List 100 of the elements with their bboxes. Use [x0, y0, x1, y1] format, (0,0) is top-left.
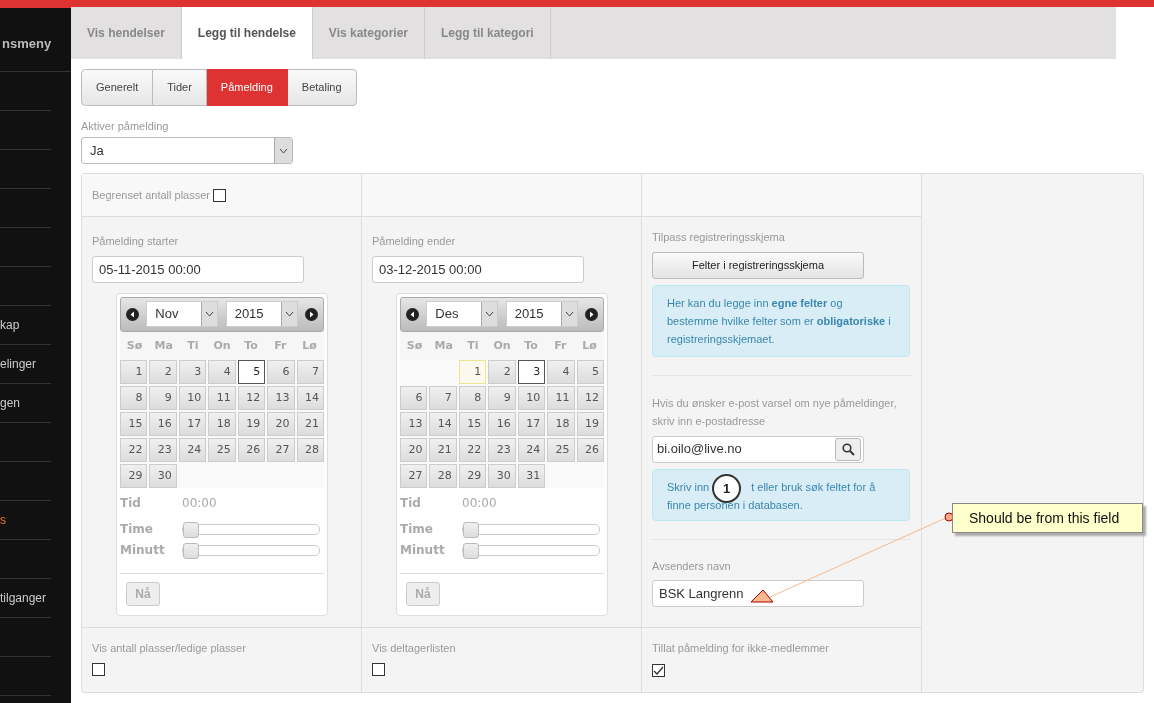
- day-cell[interactable]: 30: [149, 464, 177, 488]
- day-cell[interactable]: 22: [458, 438, 487, 462]
- day-cell[interactable]: 10: [517, 386, 546, 410]
- tab[interactable]: Legg til hendelse: [181, 7, 313, 59]
- day-cell[interactable]: 29: [120, 464, 148, 488]
- sidebar-item[interactable]: gen: [0, 384, 51, 423]
- day-cell[interactable]: 27: [267, 438, 295, 462]
- form-fields-button[interactable]: Felter i registreringsskjema: [652, 251, 864, 279]
- day-cell[interactable]: 24: [178, 438, 207, 462]
- day-cell[interactable]: 25: [547, 438, 575, 462]
- day-cell[interactable]: 20: [267, 412, 295, 436]
- day-cell[interactable]: 12: [237, 386, 266, 410]
- slider-thumb[interactable]: [183, 542, 199, 559]
- day-cell[interactable]: 25: [208, 438, 236, 462]
- day-cell[interactable]: 8: [120, 386, 148, 410]
- day-cell[interactable]: 9: [149, 386, 177, 410]
- day-cell[interactable]: 7: [429, 386, 457, 410]
- callout-note: Should be from this field: [952, 503, 1143, 533]
- day-cell[interactable]: 4: [547, 360, 575, 384]
- day-cell[interactable]: 29: [458, 464, 487, 488]
- day-cell[interactable]: 17: [178, 412, 207, 436]
- field-label: Avsenders navn: [652, 558, 732, 574]
- sidebar-item[interactable]: elinger: [0, 345, 51, 384]
- day-cell[interactable]: 21: [296, 412, 324, 436]
- weekday-label: Ti: [466, 337, 480, 354]
- checkbox[interactable]: [92, 662, 105, 676]
- email-field[interactable]: bi.oilo@live.no: [652, 435, 864, 463]
- day-cell[interactable]: 9: [488, 386, 516, 410]
- weekday-label: Sø: [405, 337, 424, 354]
- day-cell[interactable]: 27: [400, 464, 428, 488]
- sender-name-field[interactable]: BSK Langrenn: [652, 580, 864, 607]
- day-cell[interactable]: 4: [208, 360, 236, 384]
- day-cell[interactable]: 31: [517, 464, 546, 488]
- search-button[interactable]: [835, 437, 861, 461]
- day-cell[interactable]: 26: [237, 438, 266, 462]
- day-cell[interactable]: 28: [429, 464, 457, 488]
- day-cell[interactable]: 21: [429, 438, 457, 462]
- day-cell[interactable]: 8: [458, 386, 487, 410]
- slider-thumb[interactable]: [463, 542, 479, 559]
- day-cell[interactable]: 16: [149, 412, 177, 436]
- checkbox-label: Vis antall plasser/ledige plasser: [92, 641, 247, 656]
- date-field[interactable]: 03-12-2015 00:00: [372, 255, 584, 283]
- day-cell[interactable]: 1: [458, 360, 487, 384]
- day-cell[interactable]: 14: [296, 386, 324, 410]
- weekday-label: Ma: [433, 337, 454, 354]
- day-cell[interactable]: 15: [458, 412, 487, 436]
- year-select[interactable]: 2015: [505, 301, 578, 327]
- day-cell[interactable]: 22: [120, 438, 148, 462]
- day-cell[interactable]: 2: [488, 360, 516, 384]
- day-cell[interactable]: 28: [296, 438, 324, 462]
- date-field[interactable]: 05-11-2015 00:00: [92, 255, 304, 283]
- sidebar-item[interactable]: s: [0, 501, 51, 540]
- tab[interactable]: Påmelding: [206, 68, 288, 106]
- day-cell[interactable]: 6: [400, 386, 428, 410]
- day-cell[interactable]: 15: [120, 412, 148, 436]
- day-cell[interactable]: 5: [576, 360, 604, 384]
- tab[interactable]: Generelt: [81, 68, 154, 106]
- day-cell[interactable]: 3: [517, 360, 546, 384]
- day-cell[interactable]: 20: [400, 438, 428, 462]
- month-select[interactable]: Des: [426, 301, 499, 327]
- day-cell[interactable]: 17: [517, 412, 546, 436]
- select-field[interactable]: Ja: [81, 137, 293, 164]
- day-cell[interactable]: 13: [267, 386, 295, 410]
- sidebar-item[interactable]: tilganger: [0, 579, 51, 618]
- day-cell[interactable]: 23: [488, 438, 516, 462]
- day-cell[interactable]: 2: [149, 360, 177, 384]
- day-cell[interactable]: 11: [547, 386, 575, 410]
- day-cell[interactable]: 16: [488, 412, 516, 436]
- tab[interactable]: Betaling: [287, 68, 357, 106]
- day-cell[interactable]: 19: [576, 412, 604, 436]
- day-cell[interactable]: 10: [178, 386, 207, 410]
- day-cell[interactable]: 18: [547, 412, 575, 436]
- weekday-label: Fr: [553, 337, 568, 354]
- day-cell[interactable]: 1: [120, 360, 148, 384]
- day-cell[interactable]: 5: [237, 360, 266, 384]
- day-cell[interactable]: 30: [488, 464, 516, 488]
- day-cell[interactable]: 14: [429, 412, 457, 436]
- checkbox[interactable]: [372, 662, 385, 676]
- day-cell[interactable]: 11: [208, 386, 236, 410]
- tab[interactable]: Tider: [153, 68, 207, 106]
- year-select[interactable]: 2015: [225, 301, 298, 327]
- slider-thumb[interactable]: [463, 521, 479, 538]
- day-cell[interactable]: 12: [576, 386, 604, 410]
- checkbox[interactable]: [213, 189, 226, 203]
- checkbox[interactable]: [652, 664, 665, 677]
- day-cell[interactable]: 19: [237, 412, 266, 436]
- day-cell[interactable]: 6: [267, 360, 295, 384]
- day-cell[interactable]: 13: [400, 412, 428, 436]
- weekday-label: Lø: [581, 337, 598, 354]
- slider-label: Minutt: [120, 542, 166, 559]
- day-cell[interactable]: 18: [208, 412, 236, 436]
- day-cell[interactable]: 23: [149, 438, 177, 462]
- day-cell[interactable]: 24: [517, 438, 546, 462]
- day-cell[interactable]: 7: [296, 360, 324, 384]
- sidebar-item[interactable]: kap: [0, 306, 51, 345]
- month-select[interactable]: Nov: [146, 301, 219, 327]
- checkbox-label: Vis deltagerlisten: [372, 641, 457, 656]
- day-cell[interactable]: 26: [576, 438, 604, 462]
- day-cell[interactable]: 3: [178, 360, 207, 384]
- slider-thumb[interactable]: [183, 521, 199, 538]
